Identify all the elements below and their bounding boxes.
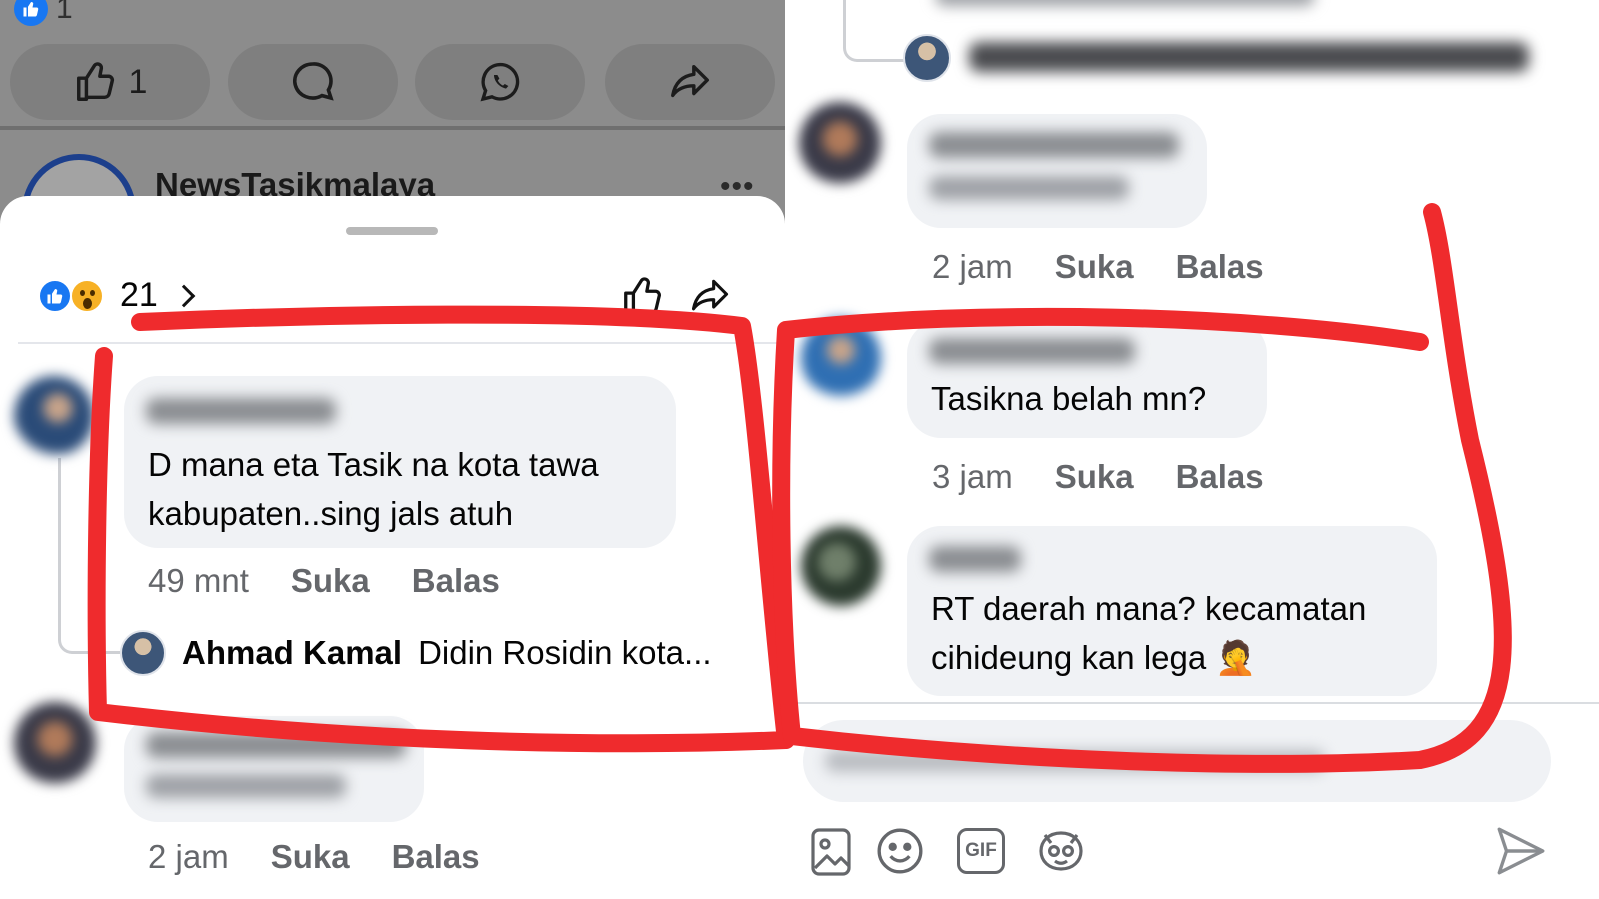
reply-comment-link[interactable]: Balas — [412, 562, 500, 600]
reply-comment-link[interactable]: Balas — [1176, 458, 1264, 496]
comment-meta: 2 jam Suka Balas — [932, 248, 1264, 286]
comment-bubble[interactable] — [907, 114, 1207, 228]
blurred-author-name — [146, 398, 336, 424]
post-like-summary[interactable]: 1 — [14, 0, 73, 26]
comment-bubble[interactable] — [124, 716, 424, 822]
comment-time: 2 jam — [932, 248, 1013, 285]
wow-icon — [70, 278, 104, 313]
share-arrow-icon[interactable] — [688, 274, 732, 318]
right-screenshot: 2 jam Suka Balas Tasikna belah mn? 3 jam… — [785, 0, 1599, 899]
like-comment-link[interactable]: Suka — [271, 838, 350, 876]
thumbs-up-icon — [76, 62, 114, 101]
send-icon[interactable] — [1491, 822, 1551, 880]
reply-comment-link[interactable]: Balas — [1176, 248, 1264, 286]
comments-sheet: 21 D mana eta Tasik na kota tawa kabupat… — [0, 196, 785, 899]
like-comment-link[interactable]: Suka — [1055, 458, 1134, 496]
share-arrow-icon — [671, 64, 709, 98]
post-like-count: 1 — [56, 0, 73, 25]
blurred-meta-row — [935, 0, 1315, 6]
sheet-drag-handle[interactable] — [346, 227, 438, 235]
comment-meta: 3 jam Suka Balas — [932, 458, 1264, 496]
blurred-comment-text — [929, 176, 1129, 200]
avatar — [120, 630, 166, 676]
avatar[interactable] — [801, 318, 881, 398]
blurred-author-name — [929, 132, 1179, 158]
blurred-comment-text — [146, 774, 346, 798]
reply-thread-line — [58, 458, 120, 654]
sheet-divider — [18, 342, 785, 344]
reply-comment-link[interactable]: Balas — [392, 838, 480, 876]
blurred-author-name — [146, 732, 406, 758]
avatar[interactable] — [903, 34, 951, 82]
comment-bubble-icon — [292, 62, 334, 101]
thumbs-up-icon[interactable] — [620, 274, 666, 320]
gif-label: GIF — [965, 840, 997, 861]
like-reaction-icon — [14, 0, 48, 26]
blurred-placeholder — [825, 750, 1325, 772]
whatsapp-icon — [480, 62, 520, 102]
comment-time: 3 jam — [932, 458, 1013, 495]
like-icon — [38, 278, 72, 313]
reply-text: Didin Rosidin kota... — [418, 634, 712, 671]
reactions-summary[interactable]: 21 — [38, 276, 196, 315]
blurred-reply-preview — [969, 42, 1529, 72]
image-icon[interactable] — [809, 826, 853, 878]
left-screenshot: 1 1 NewsTasikmalaya ••• 21 D mana eta Ta… — [0, 0, 785, 899]
chevron-right-icon — [172, 284, 196, 307]
comment-meta: 2 jam Suka Balas — [148, 838, 480, 876]
emoji-icon[interactable] — [875, 826, 925, 876]
comment-bubble[interactable]: Tasikna belah mn? — [907, 320, 1267, 438]
comment-bubble[interactable]: D mana eta Tasik na kota tawa kabupaten.… — [124, 376, 676, 548]
comment-text: D mana eta Tasik na kota tawa kabupaten.… — [148, 446, 599, 532]
sticker-icon[interactable] — [1035, 826, 1087, 876]
avatar[interactable] — [801, 526, 881, 606]
whatsapp-share-button[interactable] — [415, 44, 585, 120]
blurred-author-name — [929, 546, 1021, 572]
reply-preview[interactable]: Ahmad Kamal Didin Rosidin kota... — [120, 630, 712, 676]
reply-thread-line — [843, 0, 905, 62]
like-comment-link[interactable]: Suka — [291, 562, 370, 600]
avatar[interactable] — [14, 702, 96, 784]
comment-text: Tasikna belah mn? — [931, 380, 1207, 417]
reaction-count: 21 — [120, 276, 158, 314]
composer-divider — [785, 702, 1599, 704]
gif-icon[interactable]: GIF — [957, 828, 1005, 874]
reply-author: Ahmad Kamal — [182, 634, 403, 671]
comment-button[interactable] — [228, 44, 398, 120]
share-button[interactable] — [605, 44, 775, 120]
like-comment-link[interactable]: Suka — [1055, 248, 1134, 286]
like-button-count: 1 — [128, 62, 148, 101]
like-button[interactable]: 1 — [10, 44, 210, 120]
comment-bubble[interactable]: RT daerah mana? kecamatan cihideung kan … — [907, 526, 1437, 696]
blurred-author-name — [929, 338, 1135, 364]
comment-text: RT daerah mana? kecamatan cihideung kan … — [931, 590, 1367, 676]
avatar[interactable] — [14, 376, 94, 456]
comment-meta: 49 mnt Suka Balas — [148, 562, 500, 600]
avatar[interactable] — [799, 102, 881, 184]
post-divider — [0, 126, 785, 130]
comment-time: 2 jam — [148, 838, 229, 875]
comment-time: 49 mnt — [148, 562, 249, 599]
comment-input[interactable] — [803, 720, 1551, 802]
